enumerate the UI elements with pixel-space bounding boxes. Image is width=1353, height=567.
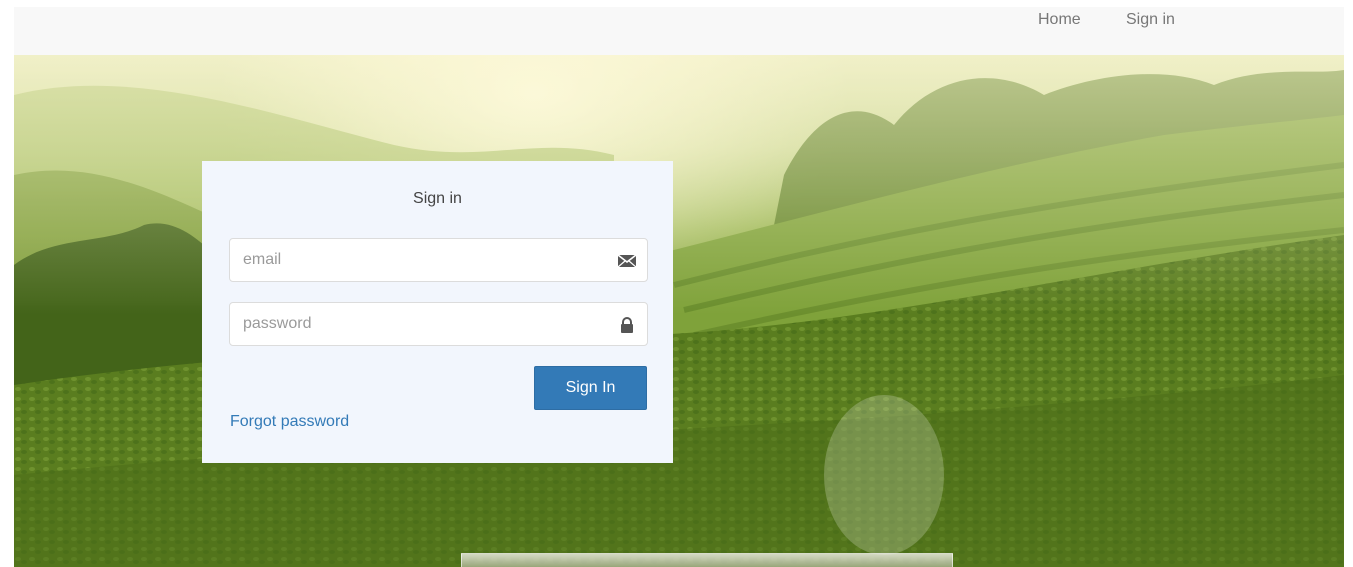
signin-submit-button[interactable]: Sign In bbox=[534, 366, 647, 410]
password-field bbox=[229, 302, 648, 346]
email-field bbox=[229, 238, 648, 282]
bottom-image-strip bbox=[461, 553, 953, 567]
signin-title: Sign in bbox=[413, 190, 462, 207]
signin-card: Sign in Sign In Forgot password bbox=[202, 161, 673, 463]
nav-signin-link[interactable]: Sign in bbox=[1126, 11, 1175, 29]
nav-home-link[interactable]: Home bbox=[1038, 11, 1081, 29]
lock-icon bbox=[621, 317, 633, 333]
envelope-icon bbox=[617, 254, 637, 268]
top-navbar: Home Sign in bbox=[14, 7, 1344, 55]
password-input[interactable] bbox=[230, 303, 647, 345]
forgot-password-link[interactable]: Forgot password bbox=[230, 413, 349, 431]
email-input[interactable] bbox=[230, 239, 647, 281]
